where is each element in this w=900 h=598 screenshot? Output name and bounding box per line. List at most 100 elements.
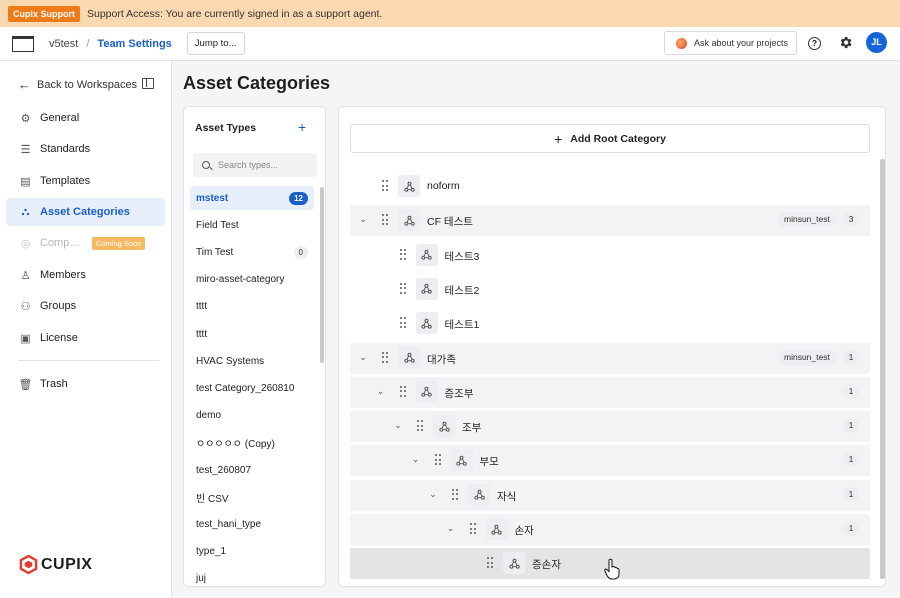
category-tree-row[interactable]: 테스트1 — [350, 308, 870, 339]
asset-type-item[interactable]: tttt — [190, 295, 314, 319]
drag-handle-icon[interactable] — [399, 317, 406, 329]
trash-icon: 🗑 — [18, 378, 33, 391]
category-hierarchy-icon — [398, 175, 420, 197]
category-hierarchy-icon — [398, 346, 420, 369]
asset-type-item[interactable]: test_hani_type — [190, 512, 314, 536]
chevron-down-icon[interactable]: ⌄ — [393, 420, 403, 430]
category-hierarchy-icon — [433, 415, 455, 438]
drag-handle-icon[interactable] — [382, 180, 388, 191]
asset-type-count-badge: 12 — [289, 191, 308, 205]
drag-handle-icon[interactable] — [399, 248, 406, 260]
settings-gear-icon[interactable] — [838, 35, 853, 50]
cupix-logo: CUPIX — [19, 555, 92, 574]
asset-types-scrollbar[interactable] — [320, 187, 324, 363]
jump-to-button[interactable]: Jump to... — [186, 32, 245, 55]
drag-handle-icon[interactable] — [399, 282, 406, 294]
category-tree-row[interactable]: ⌄ 손자 1 — [350, 514, 870, 545]
sidebar-item-general[interactable]: ⚙ General — [6, 104, 165, 132]
sidebar-item-license[interactable]: ▣ License — [6, 324, 165, 352]
back-to-workspaces-link[interactable]: ← Back to Workspaces — [18, 77, 137, 92]
category-label: 테스트1 — [444, 319, 480, 332]
chevron-down-icon[interactable]: ⌄ — [358, 352, 368, 362]
sidebar-item-asset-categories[interactable]: ⛬ Asset Categories — [6, 198, 165, 226]
asset-type-item[interactable]: demo — [190, 404, 314, 428]
collapse-sidebar-icon[interactable] — [142, 78, 154, 89]
support-banner: Cupix Support Support Access: You are cu… — [0, 0, 900, 27]
search-types-input[interactable] — [218, 160, 308, 170]
asset-type-item[interactable]: test Category_260810 — [190, 376, 314, 400]
top-navigation: v5test / Team Settings Jump to... Ask ab… — [0, 27, 900, 61]
category-label: 자식 — [497, 490, 517, 503]
user-avatar[interactable]: JL — [866, 32, 887, 53]
category-tree-scrollbar[interactable] — [880, 159, 885, 579]
asset-type-item[interactable]: juj — [190, 567, 314, 586]
category-label: CF 테스트 — [427, 216, 473, 229]
help-icon[interactable]: ? — [808, 37, 821, 50]
category-tree-row[interactable]: ⌄ 대가족 minsun_test 1 — [350, 342, 870, 374]
asset-type-item[interactable]: Tim Test 0 — [190, 240, 314, 264]
category-tree-row[interactable]: ⌄ CF 테스트 minsun_test 3 — [350, 205, 870, 237]
asset-type-item[interactable]: type_1 — [190, 540, 314, 564]
drag-handle-icon[interactable] — [452, 488, 458, 500]
asset-type-item[interactable]: HVAC Systems — [190, 349, 314, 373]
asset-type-item[interactable]: ㅇㅇㅇㅇㅇ (Copy) — [190, 431, 314, 455]
asset-type-tag: minsun_test — [778, 349, 836, 365]
drag-handle-icon[interactable] — [487, 557, 493, 569]
child-count-badge: 1 — [843, 383, 859, 399]
sidebar-item-templates[interactable]: ▤ Templates — [6, 167, 165, 195]
sidebar-item-members[interactable]: ♙ Members — [6, 261, 165, 289]
category-tree-row[interactable]: ⌄ 자식 1 — [350, 479, 870, 511]
arrow-left-icon: ← — [18, 77, 31, 92]
sidebar-item-standards[interactable]: ☰ Standards — [6, 135, 165, 163]
category-tree-row[interactable]: 테스트2 — [350, 274, 870, 305]
chevron-down-icon[interactable]: ⌄ — [376, 386, 386, 396]
category-label: 조부 — [462, 422, 482, 435]
category-label: noform — [427, 180, 460, 192]
asset-type-item[interactable]: tttt — [190, 322, 314, 346]
search-types-field[interactable] — [193, 153, 317, 177]
chevron-down-icon[interactable]: ⌄ — [411, 454, 421, 464]
asset-type-item[interactable]: Field Test — [190, 213, 314, 237]
page-title: Asset Categories — [183, 73, 331, 93]
drag-handle-icon[interactable] — [382, 214, 388, 226]
asset-type-label: demo — [196, 410, 222, 422]
asset-type-label: test_hani_type — [196, 518, 262, 530]
chevron-down-icon[interactable]: ⌄ — [446, 523, 456, 533]
category-tree-row[interactable]: noform — [350, 171, 870, 202]
child-count-badge: 1 — [843, 418, 859, 434]
drag-handle-icon[interactable] — [434, 454, 441, 466]
asset-type-item[interactable]: miro-asset-category — [190, 268, 314, 292]
category-tree-row[interactable]: ⌄ 조부 1 — [350, 411, 870, 443]
child-count-badge: 1 — [843, 349, 859, 365]
breadcrumb-workspace[interactable]: v5test — [49, 38, 78, 50]
asset-types-panel: Asset Types + mstest 12 Field Test Tim Test… — [183, 106, 326, 587]
asset-type-label: ㅇㅇㅇㅇㅇ (Copy) — [196, 439, 275, 451]
add-asset-type-button[interactable]: + — [298, 119, 306, 135]
category-label: 증조부 — [444, 387, 474, 400]
category-tree-row[interactable]: ⌄ 증조부 1 — [350, 376, 870, 408]
sidebar-divider — [18, 360, 159, 361]
asset-type-item[interactable]: test_260807 — [190, 458, 314, 482]
category-tree-row[interactable]: 테스트3 — [350, 240, 870, 271]
sidebar-item-groups[interactable]: ⚇ Groups — [6, 292, 165, 320]
drag-handle-icon[interactable] — [417, 420, 423, 432]
cupix-wordmark: CUPIX — [41, 555, 93, 573]
chevron-down-icon[interactable]: ⌄ — [358, 214, 368, 224]
asset-types-heading: Asset Types — [195, 122, 257, 134]
ask-ai-button[interactable]: Ask about your projects — [664, 31, 797, 55]
ask-ai-label: Ask about your projects — [694, 38, 789, 48]
drag-handle-icon[interactable] — [382, 351, 388, 363]
drag-handle-icon[interactable] — [399, 385, 406, 397]
settings-sidebar: ← Back to Workspaces ⚙ General ☰ Standar… — [0, 61, 172, 598]
drag-handle-icon[interactable] — [469, 523, 476, 534]
document-icon: ▤ — [20, 175, 31, 188]
child-count-badge: 3 — [843, 212, 859, 228]
sidebar-item-trash[interactable]: 🗑 Trash — [6, 370, 165, 398]
category-tree-row[interactable]: ⌄ 부모 1 — [350, 445, 870, 477]
app-menu-icon[interactable] — [12, 35, 34, 52]
chevron-down-icon[interactable]: ⌄ — [428, 489, 438, 499]
asset-type-item[interactable]: mstest 12 — [190, 186, 314, 210]
asset-type-item[interactable]: 빈 CSV — [190, 485, 314, 509]
child-count-badge: 1 — [843, 521, 859, 536]
add-root-category-button[interactable]: + Add Root Category — [350, 124, 870, 153]
